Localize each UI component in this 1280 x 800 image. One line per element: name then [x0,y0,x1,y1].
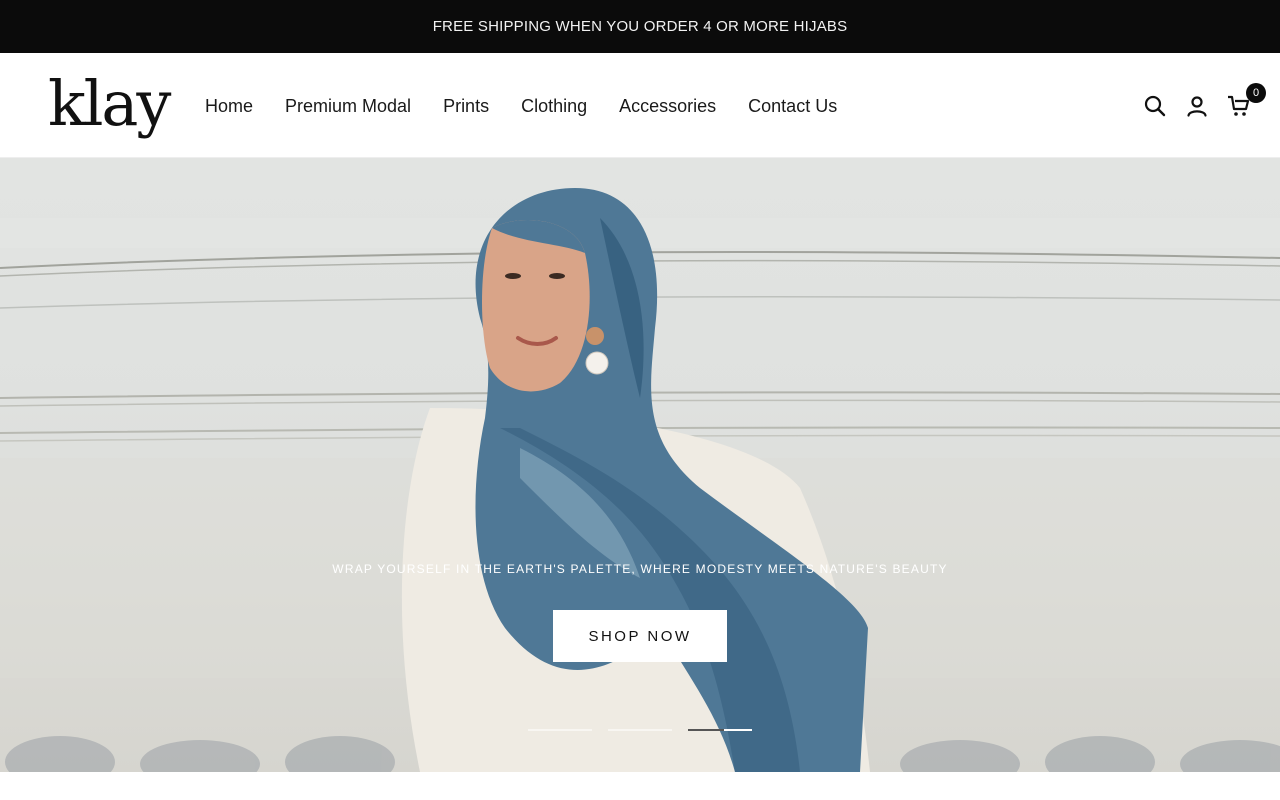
nav-item-clothing[interactable]: Clothing [521,93,587,119]
nav-item-home[interactable]: Home [205,93,253,119]
announcement-text: FREE SHIPPING WHEN YOU ORDER 4 OR MORE H… [432,18,848,35]
announcement-bar: FREE SHIPPING WHEN YOU ORDER 4 OR MORE H… [0,0,1280,53]
account-icon [1187,96,1207,117]
nav-item-premium-modal[interactable]: Premium Modal [285,93,411,119]
nav-item-contact-us[interactable]: Contact Us [748,93,837,119]
nav-item-accessories[interactable]: Accessories [619,93,716,119]
hero-slideshow: WRAP YOURSELF IN THE EARTH'S PALETTE, WH… [0,158,1280,772]
logo[interactable]: klay [48,71,171,137]
search-icon [1144,95,1166,117]
cart-count-badge: 0 [1246,83,1266,103]
hero-tagline: WRAP YOURSELF IN THE EARTH'S PALETTE, WH… [332,562,948,576]
hero-image [0,188,1280,772]
nav-item-prints[interactable]: Prints [443,93,489,119]
slide-indicator-3[interactable] [688,729,752,731]
slide-indicators [528,729,752,733]
slide-indicator-2[interactable] [608,729,672,731]
cart-button[interactable]: 0 [1224,83,1266,121]
main-nav: Home Premium Modal Prints Clothing Acces… [205,93,869,119]
header-icons: 0 [1128,83,1266,121]
site-header: klay Home Premium Modal Prints Clothing … [0,53,1280,158]
search-button[interactable] [1140,91,1170,121]
shop-now-button[interactable]: SHOP NOW [553,610,727,662]
slide-indicator-1[interactable] [528,729,592,731]
account-button[interactable] [1182,91,1212,121]
